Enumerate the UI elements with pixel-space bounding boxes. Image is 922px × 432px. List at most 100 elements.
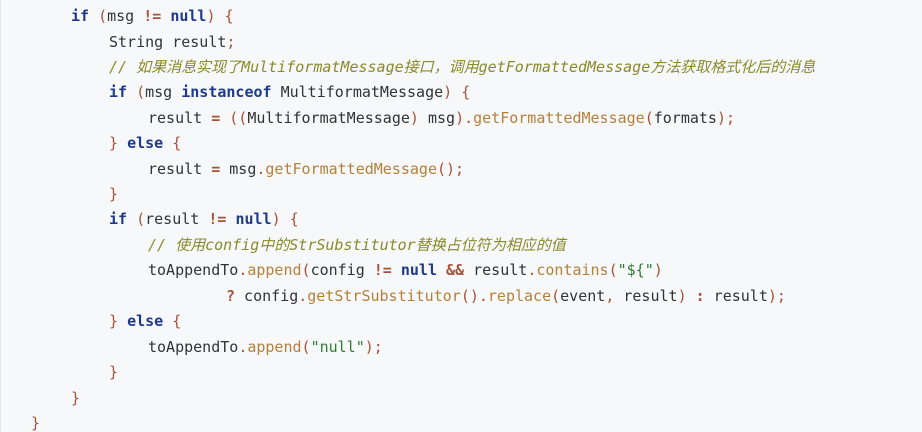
code-token: toAppendTo (148, 338, 239, 356)
code-line: if (msg != null) { (71, 4, 234, 29)
code-token: append (247, 338, 302, 356)
code-line-comment: // 如果消息实现了MultiformatMessage接口，调用getForm… (109, 55, 815, 80)
code-token: contains (536, 261, 609, 279)
code-token: ( (98, 7, 108, 25)
code-token: ) (206, 7, 216, 25)
code-token: . (298, 287, 308, 305)
code-token: formats (653, 109, 717, 127)
code-token: toAppendTo (148, 261, 239, 279)
code-token: if (71, 7, 90, 25)
code-token: : (695, 287, 705, 305)
code-token: msg (220, 160, 257, 178)
code-line: } (109, 182, 118, 207)
code-token: (); (437, 160, 465, 178)
code-token: null (170, 7, 207, 25)
code-token: . (527, 261, 537, 279)
code-token: ( (551, 287, 561, 305)
code-token: = (211, 109, 221, 127)
code-token: MultiformatMessage (247, 109, 410, 127)
code-token: replace (487, 287, 552, 305)
code-token: ) (271, 210, 281, 228)
code-token: result (704, 287, 768, 305)
code-line: } (109, 360, 118, 385)
code-token: != (143, 7, 162, 25)
code-token: event (560, 287, 606, 305)
code-token: { (461, 83, 471, 101)
code-token: } (109, 185, 119, 203)
code-token: config (310, 261, 374, 279)
code-token: ); (716, 109, 736, 127)
code-token: , (605, 287, 615, 305)
code-token: != (373, 261, 392, 279)
code-line: if (result != null) { (109, 207, 299, 232)
code-line: if (msg instanceof MultiformatMessage) { (109, 80, 470, 105)
code-token: result (148, 160, 212, 178)
code-token: if (109, 210, 128, 228)
code-token: (( (229, 109, 248, 127)
code-token: instanceof (181, 83, 272, 101)
code-token: ); (364, 338, 383, 356)
code-token: } (31, 414, 41, 432)
code-token: ( (136, 83, 146, 101)
code-token: ( (608, 261, 618, 279)
code-line: toAppendTo.append("null"); (148, 335, 383, 360)
code-token: ; (226, 33, 236, 51)
code-token: ) (653, 261, 663, 279)
code-token: ) (677, 287, 687, 305)
code-token: "${" (617, 261, 654, 279)
code-token: if (109, 83, 128, 101)
code-token: } (71, 389, 81, 407)
code-token: msg (145, 83, 182, 101)
code-line-comment: // 使用config中的StrSubstitutor替换占位符为相应的值 (148, 233, 566, 258)
code-token: MultiformatMessage (271, 83, 444, 101)
code-token: append (247, 261, 302, 279)
code-token: else (127, 134, 164, 152)
code-line: } (71, 386, 80, 411)
code-token: ) (409, 109, 419, 127)
code-token: "null" (310, 338, 365, 356)
code-token: else (127, 312, 164, 330)
code-line: ? config.getStrSubstitutor().replace(eve… (226, 284, 786, 309)
code-line: result = msg.getFormattedMessage(); (148, 157, 464, 182)
code-token: getFormattedMessage (265, 160, 437, 178)
code-token: getStrSubstitutor (307, 287, 461, 305)
code-line: toAppendTo.append(config != null && resu… (148, 258, 663, 283)
code-token: msg (107, 7, 144, 25)
code-token: result (148, 109, 212, 127)
code-token: // 使用config中的StrSubstitutor替换占位符为相应的值 (148, 236, 566, 254)
code-token: null (400, 261, 437, 279)
code-token: ( (301, 261, 311, 279)
code-token: } (109, 363, 119, 381)
code-token: { (224, 7, 234, 25)
code-token: String result (109, 33, 227, 51)
code-token: { (172, 134, 182, 152)
code-token: ( (136, 210, 146, 228)
code-token: } (109, 134, 119, 152)
code-token: result (145, 210, 209, 228)
code-token: . (238, 338, 248, 356)
code-token: null (235, 210, 272, 228)
code-token: result (614, 287, 678, 305)
code-token: (). (460, 287, 488, 305)
code-token: ) (443, 83, 453, 101)
code-token: . (238, 261, 248, 279)
code-token: ); (767, 287, 786, 305)
code-line: result = ((MultiformatMessage) msg).getF… (148, 106, 735, 131)
code-line: } else { (109, 131, 181, 156)
code-token: } (109, 312, 119, 330)
code-token: getFormattedMessage (473, 109, 645, 127)
